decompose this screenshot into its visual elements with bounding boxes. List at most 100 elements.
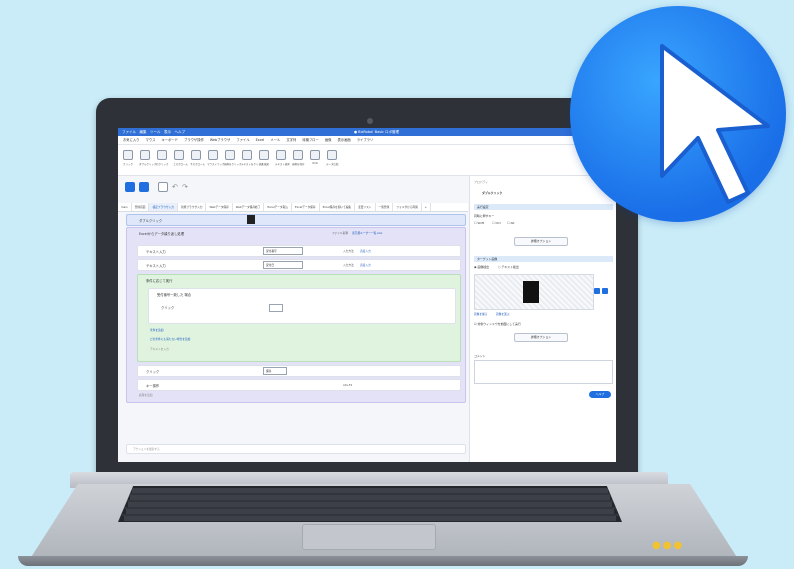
capture-image-link[interactable]: 画像を撮る (474, 312, 487, 316)
cursor-badge (570, 6, 786, 222)
menu-item[interactable]: ライブラリ (357, 138, 373, 142)
menu-item[interactable]: マウス (146, 138, 156, 142)
key-step[interactable]: キー操作 Alt+F4 (137, 379, 461, 391)
target-image-preview (474, 274, 594, 310)
tab-item-active[interactable]: 検証ブラウザ入力 (149, 203, 178, 211)
radio-image[interactable]: ◉ 画像検出 (474, 265, 489, 269)
menu-item[interactable]: キーボード (162, 138, 178, 142)
menu-item[interactable]: ブラウザ操作 (184, 138, 204, 142)
tab-main[interactable]: main (118, 203, 132, 211)
add-step-hint[interactable]: 処理を追加 (139, 393, 152, 397)
ribbon-compare-button[interactable]: データ比較 (326, 150, 339, 166)
target-thumbnail (247, 215, 255, 224)
step-title: テキスト入力 (146, 249, 166, 254)
branch-click-step[interactable]: クリック (161, 305, 174, 310)
modifier-shift[interactable]: ☐ Shift (474, 221, 484, 225)
title-menu[interactable]: ファイル 編集 ツール 表示 ヘルプ (122, 130, 185, 134)
tab-item[interactable]: 一覧登録 (376, 203, 394, 211)
tab-item[interactable]: Excel保存を開いて編集 (320, 203, 356, 211)
menu-item[interactable]: 待機フロー (302, 138, 318, 142)
menu-item[interactable]: 画像 (325, 138, 332, 142)
menu-item[interactable]: 表示画面 (338, 138, 351, 142)
ribbon-color-button[interactable]: 色を検知 (258, 150, 270, 166)
condition-footnote: テキストを入力 (150, 347, 169, 351)
add-tab-button[interactable]: + (422, 203, 432, 211)
loop-file-label: ファイル名称 (332, 231, 349, 235)
flow-editor: ダブルクリック Excelからデータ繰り返し処理 ファイル名称 東京都ユーザー一… (118, 212, 468, 460)
flow-step[interactable]: ダブルクリック (126, 214, 466, 226)
tab-item[interactable]: 登録画面 (132, 203, 150, 211)
condition-block[interactable]: 条件に応じて実行 受付番号一致した 場合 クリック 条件を追加 どの条件にも満た… (137, 274, 461, 362)
ribbon-click-button[interactable]: クリック (122, 150, 134, 166)
tab-item[interactable]: 新規ブラウザ入力 (178, 203, 207, 211)
radio-text[interactable]: ○ テキスト検出 (498, 265, 519, 269)
edit-icon[interactable] (602, 288, 608, 294)
tab-item[interactable]: 変更リスト (355, 203, 376, 211)
target-image-header: ターゲット画像 (474, 256, 613, 262)
comment-textarea[interactable] (474, 360, 613, 384)
input-value[interactable]: 受付番号 (263, 247, 303, 255)
tab-item[interactable]: Webデータ保存 (206, 203, 233, 211)
ribbon-ocr-button[interactable]: OCR (309, 150, 321, 165)
tab-item[interactable]: Excelデータ取込 (264, 203, 292, 211)
menu-item[interactable]: Excel (256, 138, 265, 142)
add-else-button[interactable]: どの条件にも満たない場合を追加 (150, 337, 190, 341)
panel-header: プロパティ (474, 180, 489, 184)
ribbon-textsearch-button[interactable]: テキスト検索 (275, 150, 290, 166)
tab-item[interactable]: フォルダから再開 (393, 203, 422, 211)
ribbon-rightclick-button[interactable]: 右クリック (156, 150, 169, 166)
detail-options-button-2[interactable]: 詳細オプション (514, 333, 568, 342)
input-method-label: 入力方法 (343, 263, 354, 267)
condition-title: 条件に応じて実行 (146, 279, 173, 283)
step-title: クリック (146, 369, 160, 374)
save-icon[interactable] (158, 182, 168, 192)
debug-button[interactable] (139, 182, 149, 192)
branch-title: 受付番号一致した 場合 (157, 293, 192, 297)
text-input-step[interactable]: テキスト入力 受付番号 入力方法 直接入力 (137, 245, 461, 257)
menu-item[interactable]: 文字列 (286, 138, 296, 142)
menu-item[interactable]: ファイル (236, 138, 249, 142)
redo-icon[interactable]: ↷ (182, 182, 192, 192)
key-combo: Alt+F4 (343, 383, 353, 387)
image-settings-icon[interactable] (594, 288, 600, 294)
click-step[interactable]: クリック 保存 (137, 365, 461, 377)
loop-block[interactable]: Excelからデータ繰り返し処理 ファイル名称 東京都ユーザー一覧.xlsx テ… (126, 227, 466, 403)
add-condition-button[interactable]: 条件を追加 (150, 328, 163, 332)
menu-item[interactable]: メール (270, 138, 280, 142)
help-button[interactable]: ヘルプ (589, 391, 611, 398)
condition-branch[interactable]: 受付番号一致した 場合 クリック (148, 288, 456, 324)
modifier-alt[interactable]: ☐ Alt (507, 221, 514, 225)
menu-bar: お気に入り マウス キーボード ブラウザ操作 Webブラウザ ファイル Exce… (118, 136, 616, 145)
undo-icon[interactable]: ↶ (172, 182, 182, 192)
ribbon-imageclick-button[interactable]: 画像をクリック (224, 150, 242, 166)
cursor-arrow-icon (660, 44, 770, 204)
title-bar: ファイル 編集 ツール 表示 ヘルプ ● BizRobo! Basic ロボ管理 (118, 128, 616, 136)
menu-item[interactable]: お気に入り (123, 138, 139, 142)
tab-item[interactable]: Webデータ保存終了 (233, 203, 265, 211)
action-search[interactable]: アクションを検索する (126, 444, 466, 454)
branch-click-target[interactable] (269, 304, 283, 312)
status-lights: ●●● (652, 540, 685, 551)
ribbon-scrolldown-button[interactable]: 下スクロール (190, 150, 205, 166)
modifier-ctrl[interactable]: ☐ Ctrl (492, 221, 501, 225)
run-button[interactable] (125, 182, 135, 192)
tab-item[interactable]: Excelデータ保存 (292, 203, 320, 211)
laptop-front-edge (18, 556, 748, 566)
ribbon-saveimage-button[interactable]: 画像を保存 (292, 150, 305, 166)
target-image-thumbnail (523, 281, 539, 303)
ribbon-drag-button[interactable]: マウスドラッグ (207, 150, 225, 166)
click-target[interactable]: 保存 (263, 367, 287, 375)
choose-image-link[interactable]: 画像を選ぶ (496, 312, 509, 316)
input-value[interactable]: 受付日 (263, 261, 303, 269)
search-placeholder: アクションを検索する (133, 447, 160, 451)
foreground-checkbox[interactable]: ☑ 対象ウィンドウを前面にして実行 (474, 322, 521, 326)
menu-item[interactable]: Webブラウザ (210, 138, 230, 142)
loop-file-link[interactable]: 東京都ユーザー一覧.xlsx (352, 231, 382, 235)
text-input-step[interactable]: テキスト入力 受付日 入力方法 直接入力 (137, 259, 461, 271)
ribbon-doubleclick-button[interactable]: ダブルクリック (139, 150, 157, 166)
panel-action-name: ダブルクリック (482, 191, 503, 195)
ribbon-scrollup-button[interactable]: 上スクロール (173, 150, 188, 166)
input-method-badge: 直接入力 (360, 249, 371, 253)
detail-options-button[interactable]: 詳細オプション (514, 237, 568, 246)
ribbon-textclick-button[interactable]: テキストをクリック (241, 150, 263, 166)
